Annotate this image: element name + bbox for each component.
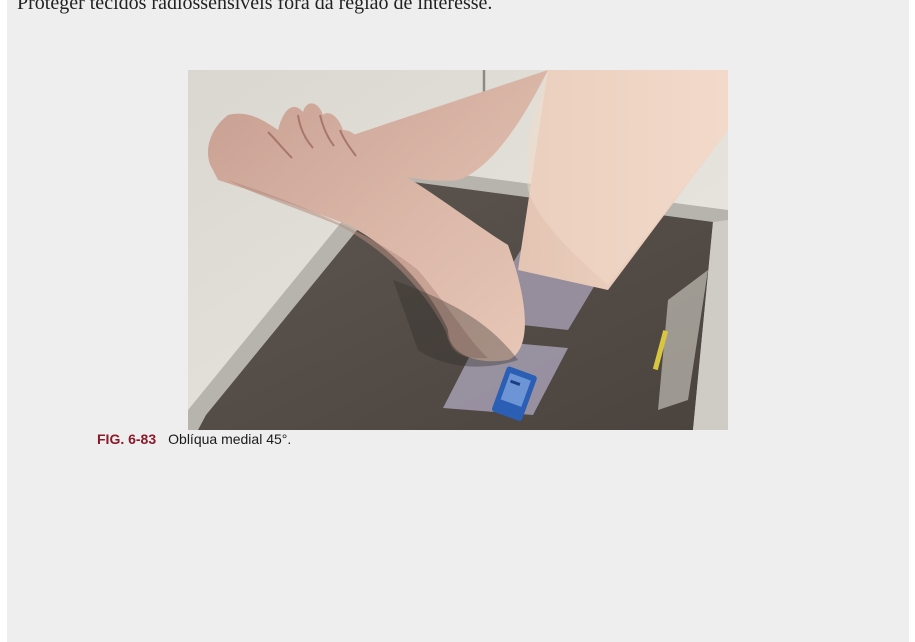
figure-photo xyxy=(188,70,728,430)
body-paragraph: Proteger tecidos radiossensíveis fora da… xyxy=(17,0,493,14)
figure-caption-text: Oblíqua medial 45°. xyxy=(168,431,292,447)
document-page: Proteger tecidos radiossensíveis fora da… xyxy=(7,0,909,642)
foot-oblique-photo xyxy=(188,70,728,430)
figure-label: FIG. 6-83 xyxy=(97,431,157,447)
figure-caption: FIG. 6-83 Oblíqua medial 45°. xyxy=(97,431,291,447)
